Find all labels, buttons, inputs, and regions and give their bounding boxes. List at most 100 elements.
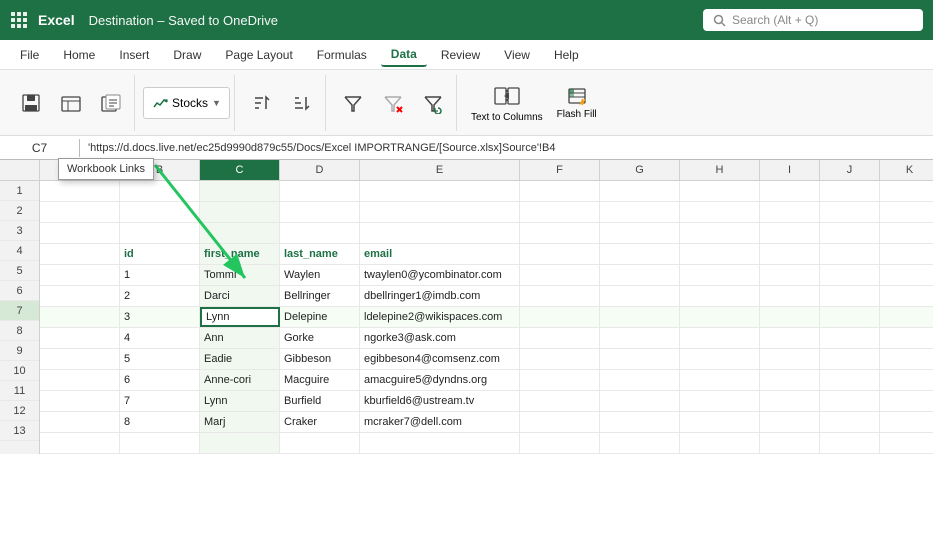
cell-k11[interactable] xyxy=(880,391,933,411)
col-header-h[interactable]: H xyxy=(680,160,760,180)
cell-h6[interactable] xyxy=(680,286,760,306)
cell-h5[interactable] xyxy=(680,265,760,285)
cell-f2[interactable] xyxy=(520,202,600,222)
cell-i5[interactable] xyxy=(760,265,820,285)
cell-b5[interactable]: 1 xyxy=(120,265,200,285)
cell-b9[interactable]: 5 xyxy=(120,349,200,369)
row-header-4[interactable]: 4 xyxy=(0,241,39,261)
cell-i4[interactable] xyxy=(760,244,820,264)
cell-g3[interactable] xyxy=(600,223,680,243)
cell-i9[interactable] xyxy=(760,349,820,369)
cell-g11[interactable] xyxy=(600,391,680,411)
cell-d4[interactable]: last_name xyxy=(280,244,360,264)
col-header-k[interactable]: K xyxy=(880,160,933,180)
cell-k4[interactable] xyxy=(880,244,933,264)
cell-e1[interactable] xyxy=(360,181,520,201)
cell-f5[interactable] xyxy=(520,265,600,285)
cell-i12[interactable] xyxy=(760,412,820,432)
row-header-5[interactable]: 5 xyxy=(0,261,39,281)
row-header-3[interactable]: 3 xyxy=(0,221,39,241)
cell-k12[interactable] xyxy=(880,412,933,432)
menu-help[interactable]: Help xyxy=(544,44,589,66)
cell-i3[interactable] xyxy=(760,223,820,243)
cell-g5[interactable] xyxy=(600,265,680,285)
cell-f4[interactable] xyxy=(520,244,600,264)
cell-d6[interactable]: Bellringer xyxy=(280,286,360,306)
cell-b3[interactable] xyxy=(120,223,200,243)
cell-j5[interactable] xyxy=(820,265,880,285)
cell-b4[interactable]: id xyxy=(120,244,200,264)
col-header-g[interactable]: G xyxy=(600,160,680,180)
cell-j2[interactable] xyxy=(820,202,880,222)
cell-a13[interactable] xyxy=(40,433,120,453)
row-header-10[interactable]: 10 xyxy=(0,361,39,381)
menu-insert[interactable]: Insert xyxy=(109,44,159,66)
row-header-13[interactable]: 13 xyxy=(0,421,39,441)
cell-a1[interactable] xyxy=(40,181,120,201)
menu-review[interactable]: Review xyxy=(431,44,490,66)
cell-k5[interactable] xyxy=(880,265,933,285)
cell-c2[interactable] xyxy=(200,202,280,222)
cell-h12[interactable] xyxy=(680,412,760,432)
cell-e7[interactable]: ldelepine2@wikispaces.com xyxy=(360,307,520,327)
cell-d2[interactable] xyxy=(280,202,360,222)
cell-j3[interactable] xyxy=(820,223,880,243)
col-header-d[interactable]: D xyxy=(280,160,360,180)
formula-input[interactable]: 'https://d.docs.live.net/ec25d9990d879c5… xyxy=(80,140,933,156)
menu-formulas[interactable]: Formulas xyxy=(307,44,377,66)
cell-a5[interactable] xyxy=(40,265,120,285)
cell-a11[interactable] xyxy=(40,391,120,411)
search-bar[interactable]: Search (Alt + Q) xyxy=(703,9,923,31)
cell-c3[interactable] xyxy=(200,223,280,243)
col-header-i[interactable]: I xyxy=(760,160,820,180)
row-header-8[interactable]: 8 xyxy=(0,321,39,341)
cell-f12[interactable] xyxy=(520,412,600,432)
filter-btn[interactable] xyxy=(334,75,372,131)
cell-k10[interactable] xyxy=(880,370,933,390)
reapply-btn[interactable] xyxy=(414,75,452,131)
cell-k3[interactable] xyxy=(880,223,933,243)
row-header-1[interactable]: 1 xyxy=(0,181,39,201)
cell-g8[interactable] xyxy=(600,328,680,348)
cell-c6[interactable]: Darci xyxy=(200,286,280,306)
cell-f7[interactable] xyxy=(520,307,600,327)
cell-g12[interactable] xyxy=(600,412,680,432)
cell-k9[interactable] xyxy=(880,349,933,369)
cell-j12[interactable] xyxy=(820,412,880,432)
cell-e5[interactable]: twaylen0@ycombinator.com xyxy=(360,265,520,285)
cell-c11[interactable]: Lynn xyxy=(200,391,280,411)
menu-view[interactable]: View xyxy=(494,44,540,66)
cell-d7[interactable]: Delepine xyxy=(280,307,360,327)
cell-a4[interactable] xyxy=(40,244,120,264)
cell-h4[interactable] xyxy=(680,244,760,264)
cell-g1[interactable] xyxy=(600,181,680,201)
cell-d3[interactable] xyxy=(280,223,360,243)
cell-c8[interactable]: Ann xyxy=(200,328,280,348)
cell-f1[interactable] xyxy=(520,181,600,201)
cell-f3[interactable] xyxy=(520,223,600,243)
ribbon-workbook-links-btn[interactable] xyxy=(92,75,130,131)
cell-j1[interactable] xyxy=(820,181,880,201)
cell-i7[interactable] xyxy=(760,307,820,327)
cell-c13[interactable] xyxy=(200,433,280,453)
cell-a10[interactable] xyxy=(40,370,120,390)
cell-i11[interactable] xyxy=(760,391,820,411)
cell-e6[interactable]: dbellringer1@imdb.com xyxy=(360,286,520,306)
cell-k1[interactable] xyxy=(880,181,933,201)
sort-desc-btn[interactable] xyxy=(283,75,321,131)
row-header-6[interactable]: 6 xyxy=(0,281,39,301)
col-header-e[interactable]: E xyxy=(360,160,520,180)
cell-a6[interactable] xyxy=(40,286,120,306)
cell-i10[interactable] xyxy=(760,370,820,390)
cell-i13[interactable] xyxy=(760,433,820,453)
cell-f6[interactable] xyxy=(520,286,600,306)
cell-c4[interactable]: first_name xyxy=(200,244,280,264)
cell-reference[interactable]: C7 xyxy=(0,139,80,157)
cell-e2[interactable] xyxy=(360,202,520,222)
cell-e9[interactable]: egibbeson4@comsenz.com xyxy=(360,349,520,369)
cell-i6[interactable] xyxy=(760,286,820,306)
cell-a7[interactable] xyxy=(40,307,120,327)
cell-c5[interactable]: Tommi xyxy=(200,265,280,285)
cell-e8[interactable]: ngorke3@ask.com xyxy=(360,328,520,348)
cell-g13[interactable] xyxy=(600,433,680,453)
